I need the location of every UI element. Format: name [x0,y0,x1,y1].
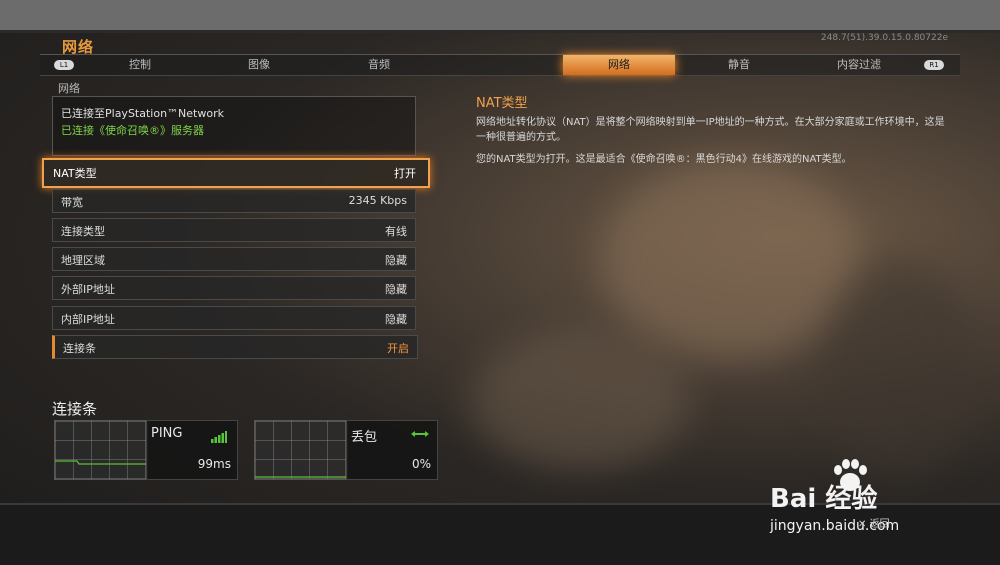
row-value: 打开 [394,167,416,180]
row-value: 隐藏 [385,283,407,296]
top-bar [0,0,1000,30]
connection-type-row[interactable]: 连接类型 有线 [52,218,416,242]
ping-panel: PING 99ms [146,420,238,480]
back-label: 返回 [869,519,890,530]
packet-loss-panel: 丢包 0% [346,420,438,480]
row-value: 有线 [385,225,407,238]
packet-loss-graph [254,420,348,480]
tab-hidden[interactable] [443,55,555,75]
description-paragraph-1: 网络地址转化协议（NAT）是将整个网络映射到单一IP地址的一种方式。在大部分家庭… [476,117,945,143]
connection-meter-row[interactable]: 连接条 开启 [52,335,418,359]
settings-tabs: L1 控制 图像 音频 网络 静音 内容过滤 R1 [40,54,960,76]
nat-type-row[interactable]: NAT类型 打开 [42,158,430,188]
row-label: 外部IP地址 [61,283,115,296]
background-blur [820,260,980,480]
ping-label: PING [151,426,183,441]
cross-button-icon: ✕ [858,519,867,530]
description-title: NAT类型 [476,96,528,111]
row-label: 带宽 [61,196,83,209]
tab-content-filter[interactable]: 内容过滤 [803,55,915,75]
r1-button-hint[interactable]: R1 [924,60,944,70]
ping-graph [54,420,148,480]
tab-controls[interactable]: 控制 [84,55,196,75]
version-label: 248.7(51).39.0.15.0.80722e [820,33,948,43]
background-blur [470,330,690,470]
row-label: NAT类型 [53,167,97,180]
signal-bars-icon [211,431,227,443]
description-paragraph-2: 您的NAT类型为打开。这是最适合《使命召唤®：黑色行动4》在线游戏的NAT类型。 [476,154,852,165]
arrows-icon [411,431,429,437]
row-label: 内部IP地址 [61,313,115,326]
tab-graphics[interactable]: 图像 [203,55,315,75]
row-value: 隐藏 [385,313,407,326]
paw-logo-icon [834,459,867,491]
tab-network[interactable]: 网络 [563,55,675,75]
tab-audio[interactable]: 音频 [323,55,435,75]
external-ip-row[interactable]: 外部IP地址 隐藏 [52,276,416,300]
packet-loss-value: 0% [411,457,431,471]
l1-button-hint[interactable]: L1 [54,60,74,70]
background-blur [600,160,860,360]
tab-mute[interactable]: 静音 [683,55,795,75]
connection-status-box: 已连接至PlayStation™Network 已连接《使命召唤®》服务器 [52,96,416,156]
row-value: 隐藏 [385,254,407,267]
psn-status: 已连接至PlayStation™Network [61,107,224,120]
bandwidth-row[interactable]: 带宽 2345 Kbps [52,189,416,213]
ping-value: 99ms [197,457,231,471]
section-label: 网络 [58,82,80,95]
row-label: 地理区域 [61,254,105,267]
row-value: 2345 Kbps [348,194,407,207]
row-label: 连接类型 [61,225,105,238]
back-button[interactable]: ✕ 返回 [858,515,890,530]
ping-graph-line [55,460,147,465]
internal-ip-row[interactable]: 内部IP地址 隐藏 [52,306,416,330]
region-row[interactable]: 地理区域 隐藏 [52,247,416,271]
packet-loss-label: 丢包 [351,430,378,445]
packet-loss-graph-line [255,476,347,478]
row-label: 连接条 [63,342,96,355]
row-value: 开启 [387,342,409,355]
server-status: 已连接《使命召唤®》服务器 [61,124,204,137]
connection-meter-title: 连接条 [52,400,98,418]
